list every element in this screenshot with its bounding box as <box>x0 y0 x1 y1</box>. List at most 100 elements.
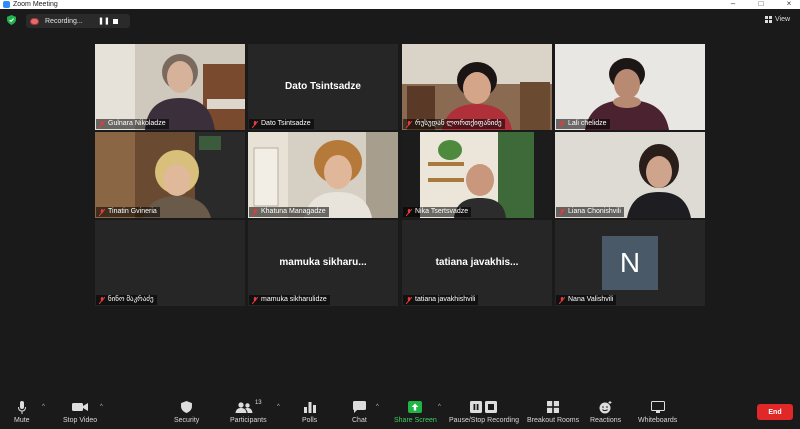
participant-video <box>402 132 552 218</box>
muted-mic-icon <box>406 208 412 216</box>
muted-mic-icon <box>559 208 565 216</box>
close-icon[interactable]: × <box>780 0 798 9</box>
video-tile[interactable]: ნინო მაკრაძე <box>95 220 245 306</box>
pause-recording-button[interactable]: ❚❚ <box>97 17 111 25</box>
participant-name: Tinatin Gvineria <box>108 208 157 215</box>
mute-button[interactable]: Mute <box>14 400 30 428</box>
share-options-caret-icon[interactable]: ^ <box>438 404 441 410</box>
mute-label: Mute <box>14 417 30 424</box>
participant-video <box>95 132 245 218</box>
video-tile[interactable]: Tinatin Gvineria <box>95 132 245 218</box>
share-screen-button[interactable]: Share Screen <box>394 400 437 428</box>
participant-name-tag: Khatuna Managadze <box>249 207 329 217</box>
pause-stop-recording-icon <box>470 401 498 413</box>
whiteboards-label: Whiteboards <box>638 417 678 424</box>
participants-options-caret-icon[interactable]: ^ <box>277 404 280 410</box>
participant-video <box>248 132 398 218</box>
participants-count-badge: 13 <box>254 400 262 406</box>
video-options-caret-icon[interactable]: ^ <box>100 404 103 410</box>
security-button[interactable]: Security <box>174 400 199 428</box>
breakout-rooms-button[interactable]: Breakout Rooms <box>527 400 579 428</box>
chat-options-caret-icon[interactable]: ^ <box>376 404 379 410</box>
microphone-icon <box>17 400 26 414</box>
participant-video <box>95 44 245 130</box>
minimize-icon[interactable]: – <box>724 0 742 9</box>
muted-mic-icon <box>99 208 105 216</box>
participant-name-tag: Tinatin Gvineria <box>96 207 160 217</box>
stop-recording-button[interactable] <box>113 18 118 24</box>
recording-dot-icon <box>30 17 39 25</box>
polls-label: Polls <box>302 417 318 424</box>
participant-name-tag: tatiana javakhishvili <box>403 295 479 305</box>
participant-name: Liana Chonishvili <box>568 208 621 215</box>
view-label: View <box>775 16 791 23</box>
share-screen-label: Share Screen <box>394 417 437 424</box>
stop-video-button[interactable]: Stop Video <box>63 400 97 428</box>
video-tile[interactable]: Dato Tsintsadze Dato Tsintsadze <box>248 44 398 130</box>
chat-label: Chat <box>352 417 367 424</box>
breakout-rooms-label: Breakout Rooms <box>527 417 580 424</box>
muted-mic-icon <box>99 120 105 128</box>
security-shield-icon[interactable] <box>7 15 16 25</box>
video-tile[interactable]: Gulnara Nikoladze <box>95 44 245 130</box>
video-tile[interactable]: Nika Tsertsvadze <box>402 132 552 218</box>
whiteboards-button[interactable]: Whiteboards <box>638 400 677 428</box>
video-tile[interactable]: Liana Chonishvili <box>555 132 705 218</box>
end-meeting-button[interactable]: End <box>757 404 793 420</box>
participant-video <box>555 44 705 130</box>
participant-name-tag: Nana Valishvili <box>556 295 617 305</box>
participant-name-tag: Nika Tsertsvadze <box>403 207 472 217</box>
polls-button[interactable]: Polls <box>302 400 317 428</box>
avatar: N <box>602 236 658 290</box>
muted-mic-icon <box>559 296 565 304</box>
audio-options-caret-icon[interactable]: ^ <box>42 404 45 410</box>
shield-icon <box>181 401 193 413</box>
video-tile[interactable]: N Nana Valishvili <box>555 220 705 306</box>
video-tile[interactable]: Khatuna Managadze <box>248 132 398 218</box>
share-screen-arrow-icon <box>408 401 423 413</box>
participant-name: tatiana javakhishvili <box>415 296 476 303</box>
zoom-meeting-window: Zoom Meeting – □ × Recording... ❚❚ View <box>0 0 800 429</box>
smiley-reactions-icon <box>599 400 612 413</box>
maximize-icon[interactable]: □ <box>752 0 770 9</box>
video-tile[interactable]: tatiana javakhis... tatiana javakhishvil… <box>402 220 552 306</box>
participants-icon <box>235 401 253 413</box>
video-tile[interactable]: რუსუდან ლორთქიფანიძე <box>402 44 552 130</box>
polls-bar-chart-icon <box>303 401 316 413</box>
title-bar: Zoom Meeting – □ × <box>0 0 800 9</box>
reactions-button[interactable]: Reactions <box>590 400 621 428</box>
chat-bubble-icon <box>352 401 366 413</box>
muted-mic-icon <box>252 208 258 216</box>
participant-name-tag: mamuka sikharulidze <box>249 295 330 305</box>
pause-stop-recording-button[interactable]: Pause/Stop Recording <box>449 400 519 428</box>
view-button[interactable]: View <box>765 16 790 23</box>
muted-mic-icon <box>252 120 258 128</box>
participant-name-tag: Dato Tsintsadze <box>249 119 314 129</box>
participants-button[interactable]: 13 Participants <box>230 400 267 428</box>
participant-name: Gulnara Nikoladze <box>108 120 166 127</box>
muted-mic-icon <box>406 120 412 128</box>
video-tile[interactable]: mamuka sikharu... mamuka sikharulidze <box>248 220 398 306</box>
whiteboard-icon <box>650 401 665 413</box>
breakout-rooms-icon <box>547 401 560 413</box>
pause-stop-recording-label: Pause/Stop Recording <box>449 417 520 424</box>
participant-display-name: Dato Tsintsadze <box>285 81 361 92</box>
video-tile[interactable]: Lali chelidze <box>555 44 705 130</box>
participant-name: ნინო მაკრაძე <box>108 296 154 303</box>
video-camera-icon <box>72 403 89 411</box>
participant-display-name: tatiana javakhis... <box>435 257 519 268</box>
participant-name: Nana Valishvili <box>568 296 614 303</box>
participant-name-tag: ნინო მაკრაძე <box>96 295 157 305</box>
recording-label: Recording... <box>45 17 83 25</box>
muted-mic-icon <box>252 296 258 304</box>
participant-name-tag: რუსუდან ლორთქიფანიძე <box>403 119 505 129</box>
participant-name-tag: Liana Chonishvili <box>556 207 624 217</box>
security-label: Security <box>174 417 200 424</box>
stop-video-label: Stop Video <box>63 417 98 424</box>
grid-view-icon <box>765 16 772 23</box>
window-title: Zoom Meeting <box>13 1 58 8</box>
participant-name: Dato Tsintsadze <box>261 120 311 127</box>
participant-name-tag: Gulnara Nikoladze <box>96 119 169 129</box>
chat-button[interactable]: Chat <box>352 400 367 428</box>
participants-label: Participants <box>230 417 267 424</box>
